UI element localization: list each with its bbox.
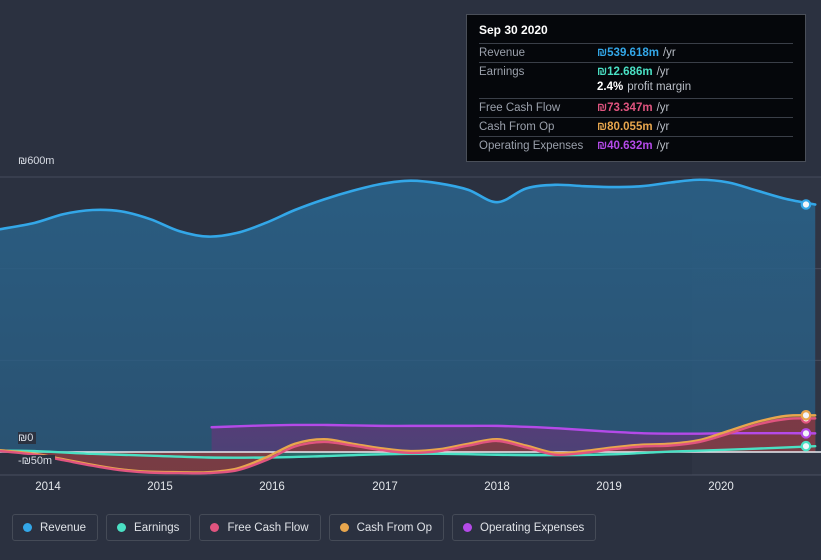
x-axis-tick-label: 2015 [147,481,173,493]
endpoint-marker-operating-expenses [800,428,812,439]
tooltip-row-value: ₪12.686m [597,66,653,78]
legend-item-earnings[interactable]: Earnings [106,514,192,541]
chart-tooltip: Sep 30 2020 Revenue ₪539.618m/yr Earnings ₪… [466,14,806,162]
tooltip-row-group: Revenue ₪539.618m/yr Earnings ₪12.686m/yr 2.… [479,43,793,155]
x-axis-tick-label: 2016 [259,481,285,493]
x-axis-tick-label: 2018 [484,481,510,493]
endpoint-marker-earnings [800,440,812,452]
legend-item-label: Cash From Op [356,521,433,534]
tooltip-date: Sep 30 2020 [479,23,548,37]
tooltip-row: Operating Expenses ₪40.632m/yr [479,136,793,155]
tooltip-row-unit: /yr [656,121,670,133]
y-axis-tick-label: -₪50m [18,455,55,467]
tooltip-row-unit: profit margin [627,81,692,93]
y-axis-tick-label: ₪0 [18,432,37,444]
tooltip-row-unit: /yr [662,47,676,59]
revenue-earnings-chart-widget: ₪600m ₪0 -₪50m 2014 2015 2016 2017 2018 2019 202… [0,0,821,560]
tooltip-row-unit: /yr [656,66,670,78]
legend-item-label: Free Cash Flow [227,521,309,534]
tooltip-row-unit: /yr [656,140,670,152]
legend-color-dot-icon [210,523,220,532]
tooltip-row-label: Earnings [479,66,525,78]
series-areas [0,179,816,474]
y-axis-tick-label: ₪600m [18,155,58,167]
tooltip-row-label: Operating Expenses [479,140,584,152]
legend-color-dot-icon [339,523,349,532]
tooltip-row: 2.4% profit margin [479,81,793,98]
chart-legend[interactable]: Revenue Earnings Free Cash Flow Cash From O… [12,514,597,541]
tooltip-row-unit: /yr [656,102,670,114]
tooltip-row-label: Free Cash Flow [479,102,561,114]
tooltip-row-value: ₪40.632m [597,140,653,152]
tooltip-row-value: ₪539.618m [597,47,659,59]
x-axis-tick-label: 2019 [596,481,622,493]
tooltip-row: Earnings ₪12.686m/yr [479,62,793,81]
tooltip-row: Cash From Op ₪80.055m/yr [479,117,793,136]
x-axis-tick-label: 2017 [372,481,398,493]
tooltip-row: Free Cash Flow ₪73.347m/yr [479,98,793,117]
legend-color-dot-icon [463,523,473,532]
x-axis-tick-label: 2020 [708,481,734,493]
tooltip-row-value: ₪80.055m [597,121,653,133]
endpoint-marker-cash-from-op [800,410,812,421]
legend-item-label: Revenue [40,521,87,534]
legend-color-dot-icon [23,523,32,532]
legend-item-revenue[interactable]: Revenue [12,514,99,541]
legend-color-dot-icon [117,523,127,532]
legend-item-operating-expenses[interactable]: Operating Expenses [452,514,597,541]
legend-item-label: Earnings [134,521,180,534]
legend-item-cash-from-op[interactable]: Cash From Op [328,514,445,541]
tooltip-row: Revenue ₪539.618m/yr [479,43,793,62]
x-axis-tick-label: 2014 [35,481,61,493]
series-area-revenue [0,179,816,452]
tooltip-row-value: ₪73.347m [597,102,653,114]
tooltip-row-label: Cash From Op [479,121,555,133]
endpoint-marker-revenue [800,199,812,210]
tooltip-row-value: 2.4% [597,81,624,93]
legend-item-label: Operating Expenses [480,521,585,534]
tooltip-row-label: Revenue [479,47,526,59]
legend-item-free-cash-flow[interactable]: Free Cash Flow [199,514,321,541]
